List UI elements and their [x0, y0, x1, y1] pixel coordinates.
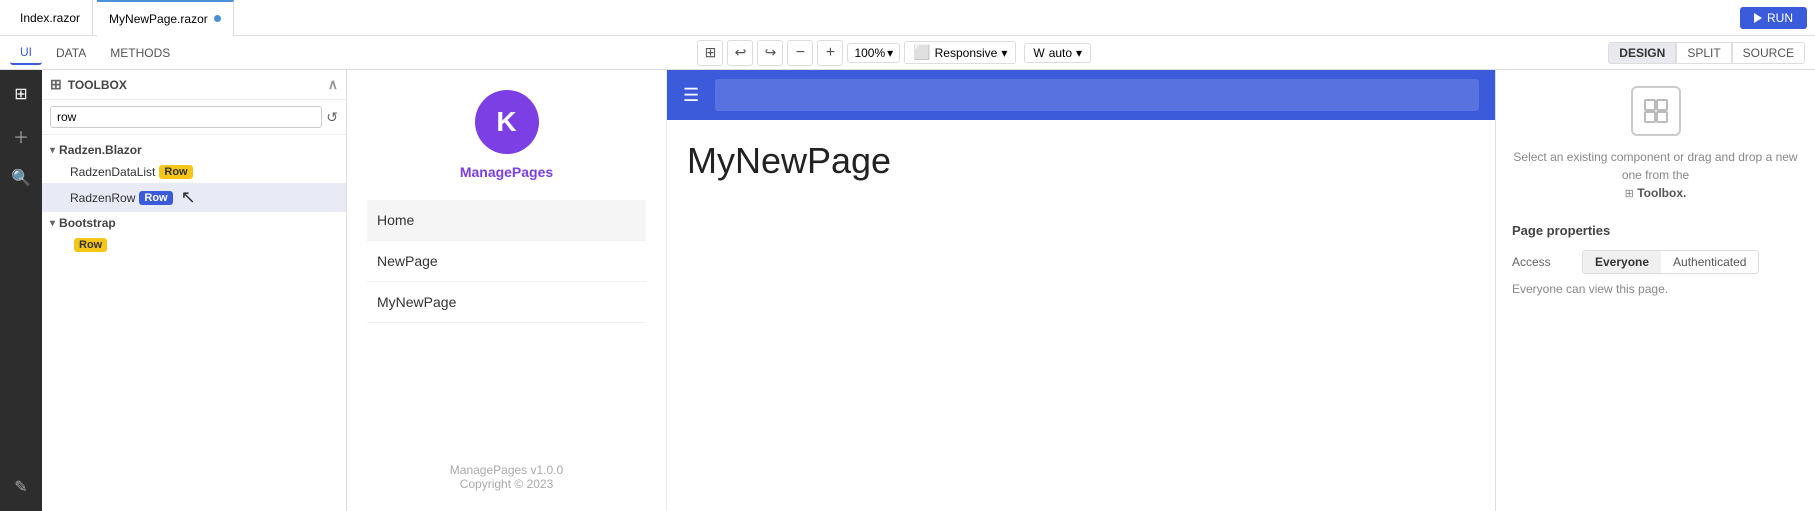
redo-btn[interactable]: ↪: [757, 40, 783, 66]
run-button[interactable]: RUN: [1740, 7, 1807, 29]
tab-index-razor[interactable]: Index.razor: [8, 0, 93, 36]
app-logo: K: [475, 90, 539, 154]
canvas-area: K ManagePages Home NewPage MyNewPage Man…: [347, 70, 1495, 511]
components-icon[interactable]: ⊞: [5, 78, 37, 110]
auto-label: auto: [1049, 46, 1072, 60]
tab-methods[interactable]: METHODS: [100, 42, 180, 64]
toolbox-panel: ⊞ TOOLBOX ∧ ↺ ▾ Radzen.Blazor RadzenData…: [42, 70, 347, 511]
tab-data[interactable]: DATA: [46, 42, 96, 64]
w-chevron: ▾: [1076, 46, 1082, 60]
group-radzen-label: Radzen.Blazor: [59, 143, 142, 157]
toolbox-refresh-btn[interactable]: ↺: [326, 109, 338, 126]
group-bootstrap[interactable]: ▾ Bootstrap: [42, 212, 346, 234]
access-hint: Everyone can view this page.: [1512, 282, 1799, 296]
cursor-pointer-icon: ↖: [181, 187, 196, 208]
item2-label: RadzenRow: [70, 191, 135, 205]
app-sidebar: K ManagePages Home NewPage MyNewPage Man…: [347, 70, 667, 511]
main-layout: ⊞ ＋ 🔍 ✎ ⊞ TOOLBOX ∧ ↺ ▾ Radzen.Blazor Ra…: [0, 70, 1815, 511]
toolbox-title: TOOLBOX: [68, 78, 322, 92]
topbar-content-area: [715, 79, 1479, 111]
responsive-selector[interactable]: ⬜ Responsive ▾: [904, 41, 1016, 64]
app-name: ManagePages: [460, 164, 553, 180]
responsive-icon: ⬜: [913, 44, 930, 61]
toolbox-icon-inline: ⊞: [1625, 188, 1634, 200]
tab-ui[interactable]: UI: [10, 41, 42, 65]
item1-label: RadzenDataList: [70, 165, 155, 179]
split-btn[interactable]: SPLIT: [1676, 42, 1731, 64]
toolbox-item-radzenrow[interactable]: RadzenRow Row ↖: [42, 183, 346, 212]
right-panel-icon-area: [1512, 86, 1799, 136]
code-icon[interactable]: ✎: [5, 471, 37, 503]
app-topbar: ☰: [667, 70, 1495, 120]
zoom-chevron: ▾: [887, 46, 893, 60]
hint-toolbox: Toolbox.: [1637, 186, 1686, 200]
app-footer: ManagePages v1.0.0 Copyright © 2023: [450, 443, 563, 491]
app-preview: K ManagePages Home NewPage MyNewPage Man…: [347, 70, 1495, 511]
view-mode-toggle: DESIGN SPLIT SOURCE: [1608, 42, 1805, 64]
tab-index-label: Index.razor: [20, 11, 80, 25]
zoom-value: 100%: [854, 46, 885, 60]
toolbox-search-row: ↺: [42, 100, 346, 135]
zoom-in-btn[interactable]: +: [817, 40, 843, 66]
width-selector[interactable]: W auto ▾: [1024, 43, 1091, 63]
top-bar: Index.razor MyNewPage.razor RUN: [0, 0, 1815, 36]
responsive-chevron: ▾: [1001, 46, 1007, 60]
app-main: ☰ MyNewPage: [667, 70, 1495, 511]
tab-mynewpage-label: MyNewPage.razor: [109, 12, 208, 26]
zoom-out-btn[interactable]: −: [787, 40, 813, 66]
toolbox-grid-icon: ⊞: [50, 76, 62, 93]
group-bootstrap-arrow: ▾: [50, 218, 55, 229]
tab-modified-dot: [214, 15, 221, 22]
responsive-label: Responsive: [935, 46, 998, 60]
plus-icon[interactable]: ＋: [5, 120, 37, 152]
app-logo-letter: K: [496, 106, 516, 138]
app-nav: Home NewPage MyNewPage: [367, 200, 646, 323]
item2-badge: Row: [139, 191, 172, 205]
authenticated-btn[interactable]: Authenticated: [1661, 251, 1758, 273]
search-sidebar-icon[interactable]: 🔍: [5, 162, 37, 194]
group-bootstrap-label: Bootstrap: [59, 216, 116, 230]
right-panel-hint: Select an existing component or drag and…: [1512, 148, 1799, 203]
item1-badge: Row: [159, 165, 192, 179]
nav-item-newpage[interactable]: NewPage: [367, 241, 646, 282]
everyone-btn[interactable]: Everyone: [1583, 251, 1661, 273]
undo-btn[interactable]: ↩: [727, 40, 753, 66]
source-btn[interactable]: SOURCE: [1732, 42, 1805, 64]
hint-text: Select an existing component or drag and…: [1513, 150, 1797, 182]
nav-item-home[interactable]: Home: [367, 200, 646, 241]
toolbox-item-bootstrap-row[interactable]: Row: [42, 234, 346, 256]
hamburger-icon[interactable]: ☰: [683, 85, 699, 106]
toolbox-item-radzendatalistrow[interactable]: RadzenDataList Row: [42, 161, 346, 183]
access-toggle: Everyone Authenticated: [1582, 250, 1759, 274]
access-row: Access Everyone Authenticated: [1512, 250, 1799, 274]
right-panel: Select an existing component or drag and…: [1495, 70, 1815, 511]
nav-item-mynewpage[interactable]: MyNewPage: [367, 282, 646, 323]
item3-badge: Row: [74, 238, 107, 252]
component-placeholder-icon: [1631, 86, 1681, 136]
design-btn[interactable]: DESIGN: [1608, 42, 1676, 64]
footer-version: ManagePages v1.0.0: [450, 463, 563, 477]
zoom-selector[interactable]: 100% ▾: [847, 43, 900, 63]
run-icon: [1754, 13, 1762, 23]
toolbox-list: ▾ Radzen.Blazor RadzenDataList Row Radze…: [42, 135, 346, 511]
tab-mynewpage-razor[interactable]: MyNewPage.razor: [97, 0, 234, 36]
group-radzen-blazor[interactable]: ▾ Radzen.Blazor: [42, 139, 346, 161]
group-arrow-icon: ▾: [50, 145, 55, 156]
run-label: RUN: [1767, 11, 1793, 25]
toolbox-collapse-btn[interactable]: ∧: [328, 76, 338, 93]
canvas-inner: K ManagePages Home NewPage MyNewPage Man…: [347, 70, 1495, 511]
toolbox-search-input[interactable]: [50, 106, 322, 128]
footer-copyright: Copyright © 2023: [450, 477, 563, 491]
toolbox-header: ⊞ TOOLBOX ∧: [42, 70, 346, 100]
page-title: MyNewPage: [667, 120, 1495, 202]
page-frame: K ManagePages Home NewPage MyNewPage Man…: [347, 70, 1495, 511]
page-properties-title: Page properties: [1512, 223, 1799, 238]
access-label: Access: [1512, 255, 1572, 269]
sub-toolbar: UI DATA METHODS ⊞ ↩ ↪ − + 100% ▾ ⬜ Respo…: [0, 36, 1815, 70]
icon-sidebar: ⊞ ＋ 🔍 ✎: [0, 70, 42, 511]
w-label: W: [1033, 46, 1044, 60]
layout-icon-btn[interactable]: ⊞: [697, 40, 723, 66]
